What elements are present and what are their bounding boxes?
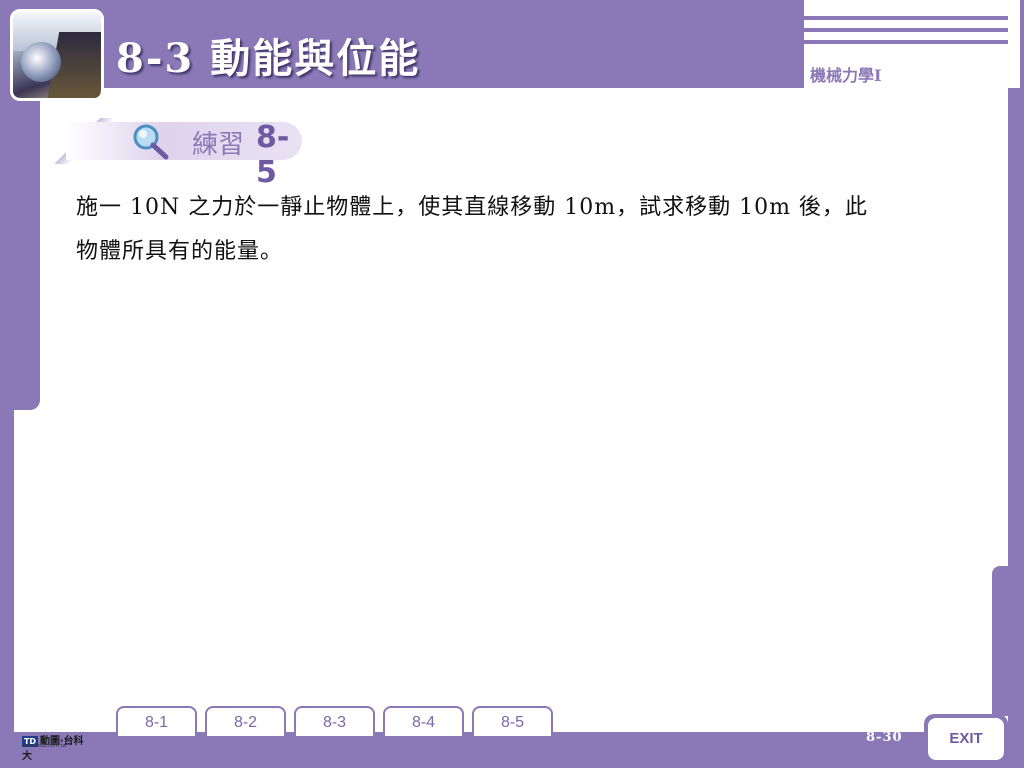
- exercise-badge: 練習 8-5: [52, 118, 304, 190]
- question-text: 施一 10N 之力於一靜止物體上，使其直線移動 10m，試求移動 10m 後，此…: [76, 186, 976, 274]
- course-name: 機械力學I: [810, 66, 882, 85]
- section-tabs: 8-1 8-2 8-3 8-4 8-5: [116, 706, 553, 736]
- tab-8-1[interactable]: 8-1: [116, 706, 197, 736]
- publisher-logo: TD 動圖‧台科大 www.tkbd.com.tw: [22, 732, 92, 762]
- exit-button[interactable]: EXIT: [924, 714, 1008, 764]
- tab-8-4[interactable]: 8-4: [383, 706, 464, 736]
- header-photo: [10, 9, 104, 101]
- magnifier-icon: [133, 124, 169, 160]
- exercise-number: 8-5: [256, 120, 290, 190]
- tab-8-5[interactable]: 8-5: [472, 706, 553, 736]
- decor-line: [804, 28, 1008, 32]
- publisher-url: www.tkbd.com.tw: [22, 743, 67, 749]
- tab-8-3[interactable]: 8-3: [294, 706, 375, 736]
- tab-8-2[interactable]: 8-2: [205, 706, 286, 736]
- exit-label[interactable]: EXIT: [928, 718, 1004, 760]
- question-line: 物體所具有的能量。: [76, 239, 284, 264]
- right-rail: [992, 566, 1020, 716]
- header-decor-lines: [804, 16, 1008, 52]
- page-title: 8-3 動能與位能: [116, 35, 421, 82]
- decor-line: [804, 40, 1008, 44]
- question-line: 施一 10N 之力於一靜止物體上，使其直線移動 10m，試求移動 10m 後，此: [76, 195, 868, 220]
- page-number: 8-30: [866, 730, 903, 745]
- photo-splash: [21, 42, 61, 82]
- exercise-label: 練習: [192, 130, 245, 160]
- decor-line: [804, 16, 1008, 20]
- left-rail: [0, 90, 40, 410]
